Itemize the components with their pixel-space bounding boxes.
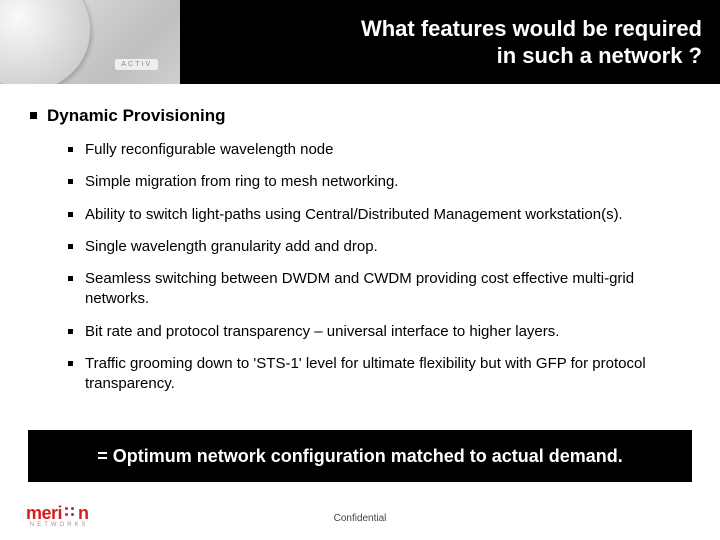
- section-heading: Dynamic Provisioning: [30, 106, 690, 126]
- bullet-square-icon: [68, 361, 73, 366]
- slide-body: Dynamic Provisioning Fully reconfigurabl…: [0, 84, 720, 394]
- bullet-square-icon: [68, 179, 73, 184]
- bullet-square-icon: [68, 329, 73, 334]
- confidential-label: Confidential: [0, 513, 720, 524]
- list-item: Fully reconfigurable wavelength node: [68, 140, 690, 160]
- bullet-square-icon: [68, 244, 73, 249]
- list-item-text: Seamless switching between DWDM and CWDM…: [85, 269, 690, 310]
- bullet-square-icon: [68, 212, 73, 217]
- bullet-square-icon: [68, 147, 73, 152]
- conclusion-text: = Optimum network configuration matched …: [97, 446, 623, 467]
- slide: What features would be required in such …: [0, 0, 720, 540]
- list-item: Traffic grooming down to 'STS-1' level f…: [68, 354, 690, 395]
- list-item-text: Traffic grooming down to 'STS-1' level f…: [85, 354, 690, 395]
- bullet-square-icon: [30, 112, 37, 119]
- list-item-text: Fully reconfigurable wavelength node: [85, 140, 690, 160]
- list-item: Simple migration from ring to mesh netwo…: [68, 172, 690, 192]
- slide-title: What features would be required in such …: [361, 15, 702, 70]
- list-item-text: Simple migration from ring to mesh netwo…: [85, 172, 690, 192]
- header-decorative-photo: [0, 0, 180, 84]
- list-item-text: Bit rate and protocol transparency – uni…: [85, 322, 690, 342]
- list-item: Bit rate and protocol transparency – uni…: [68, 322, 690, 342]
- list-item: Seamless switching between DWDM and CWDM…: [68, 269, 690, 310]
- list-item-text: Ability to switch light-paths using Cent…: [85, 205, 690, 225]
- header: What features would be required in such …: [0, 0, 720, 84]
- list-item-text: Single wavelength granularity add and dr…: [85, 237, 690, 257]
- header-title-band: What features would be required in such …: [180, 0, 720, 84]
- title-line-1: What features would be required: [361, 16, 702, 41]
- title-line-2: in such a network ?: [497, 43, 702, 68]
- footer: merin NETWORKS Confidential: [0, 500, 720, 530]
- bullet-list: Fully reconfigurable wavelength node Sim…: [30, 140, 690, 394]
- list-item: Single wavelength granularity add and dr…: [68, 237, 690, 257]
- section-heading-text: Dynamic Provisioning: [47, 106, 226, 126]
- list-item: Ability to switch light-paths using Cent…: [68, 205, 690, 225]
- conclusion-banner: = Optimum network configuration matched …: [28, 430, 692, 482]
- bullet-square-icon: [68, 276, 73, 281]
